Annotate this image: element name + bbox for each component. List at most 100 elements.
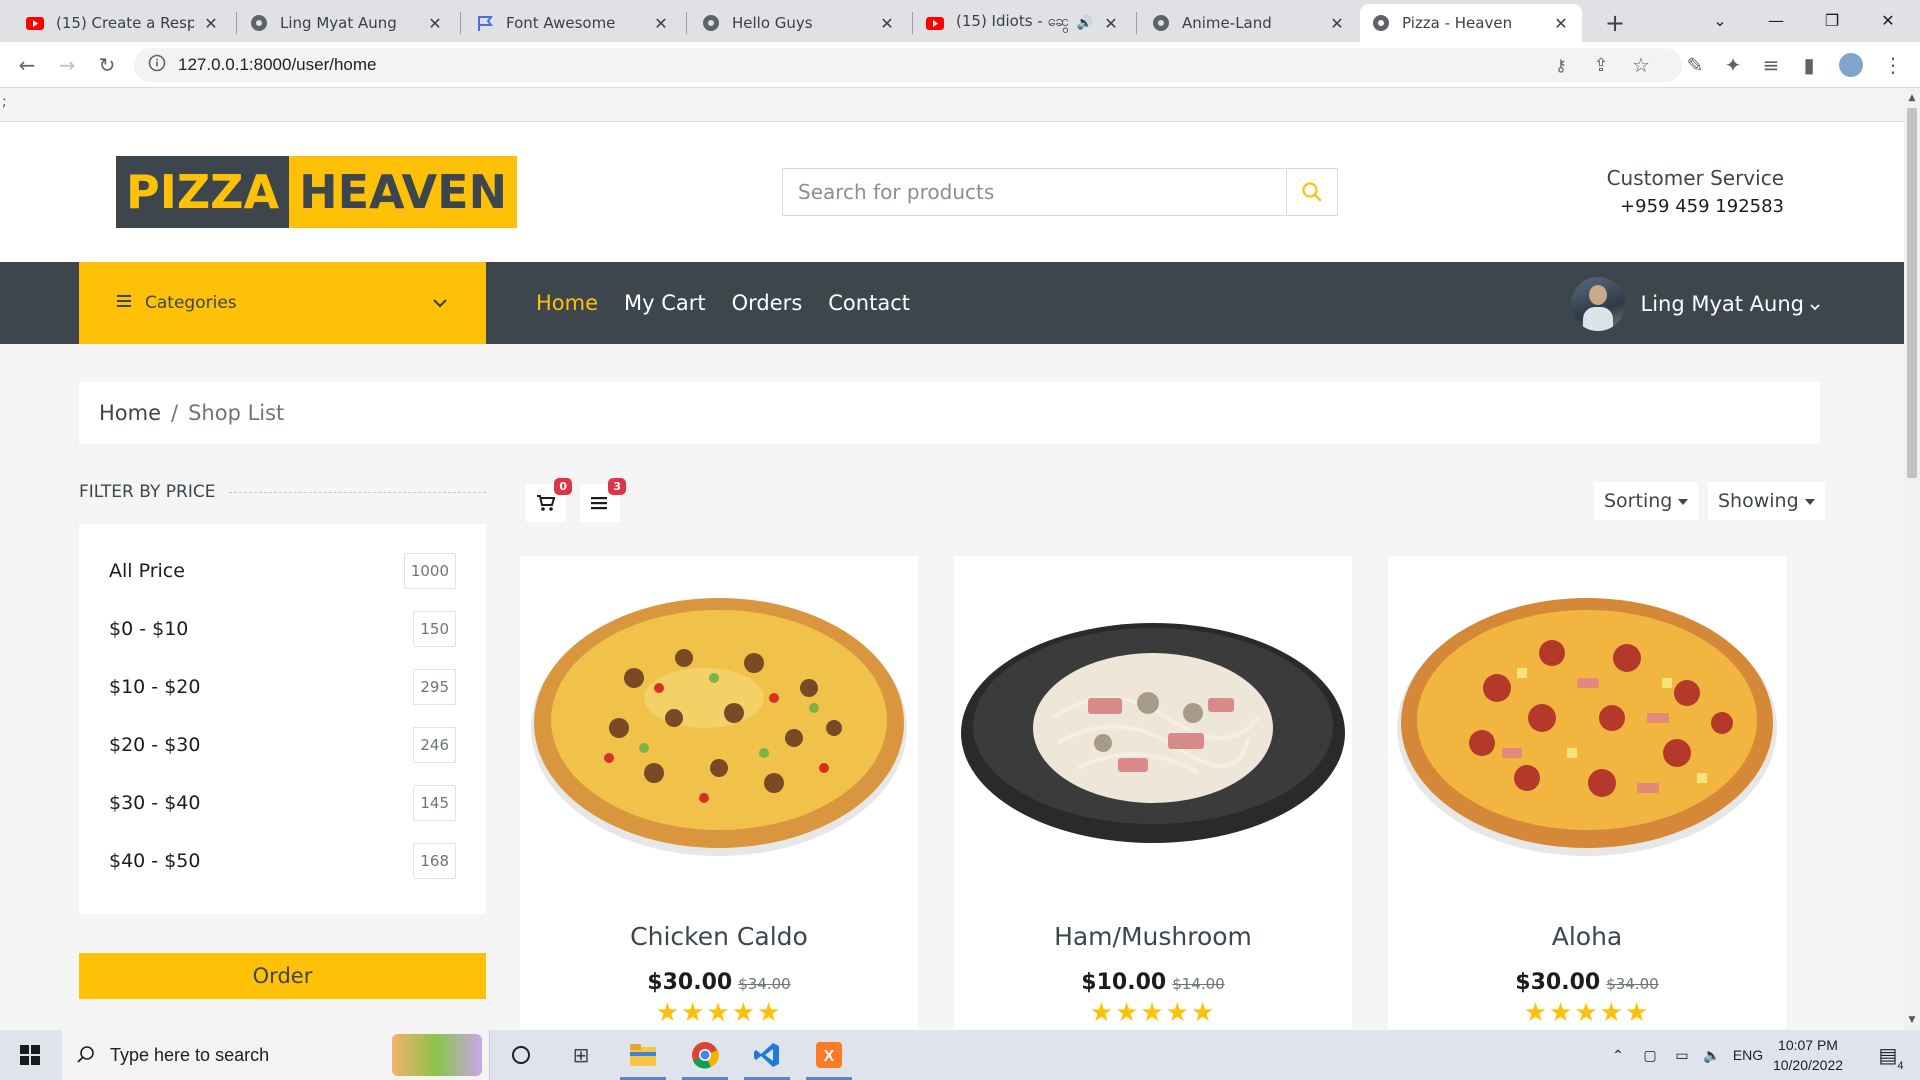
browser-tab[interactable]: Ling Myat Aung ✕ — [238, 4, 456, 42]
close-window-button[interactable]: ✕ — [1860, 0, 1916, 40]
product-card[interactable]: Ham/Mushroom $10.00 $14.00 ★★★★★ — [954, 556, 1352, 1030]
product-name[interactable]: Chicken Caldo — [520, 922, 918, 951]
close-icon[interactable]: ✕ — [652, 14, 670, 33]
product-image-ham-mushroom[interactable] — [954, 556, 1352, 880]
browser-tab[interactable]: Anime-Land ✕ — [1140, 4, 1358, 42]
globe-icon — [1372, 14, 1390, 32]
tab-search-icon[interactable]: ⌄ — [1692, 0, 1748, 40]
filter-item-0-10[interactable]: $0 - $10 150 — [109, 609, 456, 649]
filter-label: $0 - $10 — [109, 618, 189, 640]
menu-kebab-icon[interactable]: ⋮ — [1878, 50, 1908, 80]
filter-count-badge: 295 — [413, 669, 456, 705]
filter-heading: FILTER BY PRICE — [79, 482, 486, 502]
product-image-aloha[interactable] — [1388, 556, 1786, 880]
key-icon[interactable]: ⚷ — [1546, 50, 1576, 80]
tab-title: Ling Myat Aung — [280, 14, 397, 32]
filter-item-all-price[interactable]: All Price 1000 — [109, 551, 456, 591]
scroll-down-icon[interactable]: ▼ — [1904, 1012, 1920, 1028]
tray-chevron-up-icon[interactable]: ⌃ — [1604, 1030, 1632, 1080]
stray-text: ; — [0, 88, 1904, 122]
new-tab-button[interactable]: + — [1600, 8, 1630, 38]
reload-icon[interactable]: ↻ — [92, 50, 122, 80]
site-logo[interactable]: PIZZA HEAVEN — [116, 156, 518, 228]
browser-tab[interactable]: (15) Idiots - ဆွေး 🔊 ✕ — [914, 4, 1132, 42]
user-menu[interactable]: Ling Myat Aung — [1570, 276, 1821, 332]
user-name: Ling Myat Aung — [1640, 292, 1805, 316]
youtube-icon — [26, 14, 44, 32]
chrome-icon[interactable] — [680, 1030, 730, 1080]
browser-tab-active[interactable]: Pizza - Heaven ✕ — [1360, 4, 1582, 42]
cart-button[interactable]: 0 — [526, 478, 572, 522]
widgets-icon[interactable]: ⊞ — [556, 1030, 606, 1080]
taskbar-search-box[interactable]: Type here to search — [62, 1030, 490, 1080]
nav-orders[interactable]: Orders — [732, 291, 803, 315]
xampp-icon[interactable]: X — [804, 1030, 854, 1080]
reading-list-icon[interactable]: ≡ — [1756, 50, 1786, 80]
scroll-up-icon[interactable]: ▲ — [1904, 90, 1920, 106]
side-panel-icon[interactable]: ▮ — [1794, 50, 1824, 80]
categories-label: Categories — [145, 293, 237, 313]
browser-tab[interactable]: Hello Guys ✕ — [690, 4, 908, 42]
share-icon[interactable]: ⇪ — [1586, 50, 1616, 80]
notifications-icon[interactable]: ▤ 4 — [1868, 1030, 1908, 1080]
tab-title: Anime-Land — [1182, 14, 1272, 32]
battery-icon[interactable]: ▭ — [1668, 1030, 1696, 1080]
search-button[interactable] — [1286, 168, 1338, 216]
browser-tab[interactable]: (15) Create a Respons ✕ — [14, 4, 232, 42]
search-icon — [1302, 182, 1322, 202]
sorting-dropdown[interactable]: Sorting — [1594, 482, 1699, 520]
info-icon[interactable] — [148, 54, 166, 76]
vertical-scrollbar[interactable]: ▲ ▼ — [1904, 88, 1920, 1030]
speaker-icon[interactable]: 🔊 — [1076, 14, 1094, 32]
back-icon[interactable]: ← — [12, 50, 42, 80]
categories-toggle[interactable]: Categories — [79, 262, 486, 344]
extension-pen-icon[interactable]: ✎ — [1680, 50, 1710, 80]
filter-item-30-40[interactable]: $30 - $40 145 — [109, 783, 456, 823]
minimize-button[interactable]: — — [1748, 0, 1804, 40]
task-view-icon[interactable] — [496, 1030, 546, 1080]
order-list-button[interactable]: 3 — [580, 478, 626, 522]
bookmark-star-icon[interactable]: ☆ — [1626, 50, 1656, 80]
extensions-puzzle-icon[interactable]: ✦ — [1718, 50, 1748, 80]
url-text: 127.0.0.1:8000/user/home — [178, 55, 377, 74]
showing-dropdown[interactable]: Showing — [1708, 482, 1825, 520]
scrollbar-thumb[interactable] — [1907, 108, 1917, 478]
close-icon[interactable]: ✕ — [878, 14, 896, 33]
nav-contact[interactable]: Contact — [828, 291, 910, 315]
product-name[interactable]: Aloha — [1388, 922, 1786, 951]
product-card[interactable]: Chicken Caldo $30.00 $34.00 ★★★★★ — [520, 556, 918, 1030]
globe-icon — [1152, 14, 1170, 32]
filter-item-20-30[interactable]: $20 - $30 246 — [109, 725, 456, 765]
close-icon[interactable]: ✕ — [426, 14, 444, 33]
restore-button[interactable]: ❐ — [1804, 0, 1860, 40]
volume-icon[interactable]: 🔈 — [1698, 1030, 1726, 1080]
svg-text:X: X — [824, 1048, 835, 1065]
close-icon[interactable]: ✕ — [1328, 14, 1346, 33]
breadcrumb-home[interactable]: Home — [99, 401, 161, 425]
filter-label: $10 - $20 — [109, 676, 201, 698]
filter-item-40-50[interactable]: $40 - $50 168 — [109, 841, 456, 881]
clock[interactable]: 10:07 PM 10/20/2022 — [1760, 1035, 1856, 1075]
product-name[interactable]: Ham/Mushroom — [954, 922, 1352, 951]
tray-device-icon[interactable]: ▢ — [1636, 1030, 1664, 1080]
file-explorer-icon[interactable] — [618, 1030, 668, 1080]
windows-start-button[interactable] — [0, 1030, 60, 1080]
forward-icon[interactable]: → — [52, 50, 82, 80]
nav-home[interactable]: Home — [536, 291, 598, 315]
close-icon[interactable]: ✕ — [202, 14, 220, 33]
nav-my-cart[interactable]: My Cart — [624, 291, 706, 315]
browser-tab-bar: (15) Create a Respons ✕ Ling Myat Aung ✕… — [0, 0, 1920, 42]
price-old: $34.00 — [738, 975, 791, 993]
product-card[interactable]: Aloha $30.00 $34.00 ★★★★★ — [1388, 556, 1786, 1030]
product-image-chicken-caldo[interactable] — [520, 556, 918, 880]
profile-avatar-icon[interactable] — [1836, 50, 1866, 80]
filter-item-10-20[interactable]: $10 - $20 295 — [109, 667, 456, 707]
order-button[interactable]: Order — [79, 953, 486, 999]
browser-tab[interactable]: Font Awesome ✕ — [464, 4, 682, 42]
vscode-icon[interactable] — [742, 1030, 792, 1080]
close-icon[interactable]: ✕ — [1552, 14, 1570, 33]
close-icon[interactable]: ✕ — [1102, 14, 1120, 33]
address-bar[interactable]: 127.0.0.1:8000/user/home — [134, 48, 1682, 82]
filter-count-badge: 246 — [413, 727, 456, 763]
search-input[interactable] — [782, 168, 1286, 216]
